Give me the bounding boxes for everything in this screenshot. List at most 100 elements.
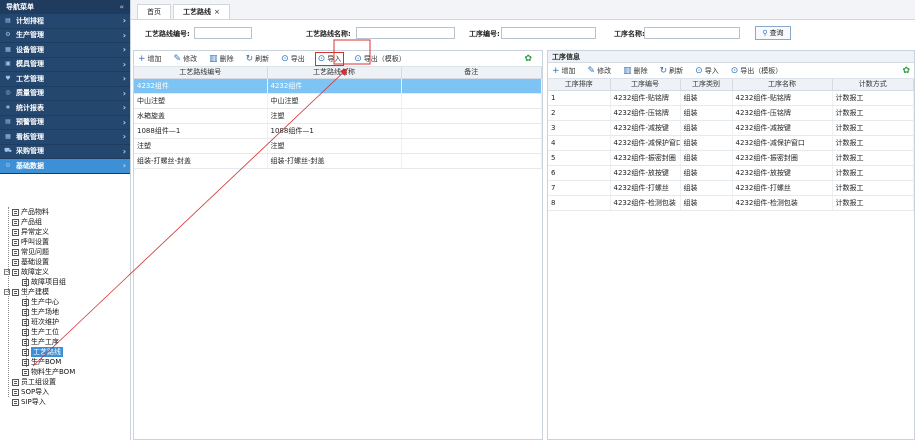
tree-node-n10[interactable]: 生产场地 [22,307,59,317]
table-row[interactable]: 8 4232组件-检测包装 组装 4232组件-检测包装 计数报工 [548,195,914,211]
sidebar-item-9[interactable]: ⛟ 采购管理 › [0,145,130,159]
table-cell: 中山注塑 [134,93,268,109]
tree-node-n7[interactable]: 故障项目组 [22,277,66,287]
export-template-button[interactable]: ⊙ 导出（模板） [352,52,408,66]
route-code-label: 工艺路线编号: [145,30,190,38]
route-code-input[interactable] [194,27,252,39]
proc-delete-button[interactable]: ▥ 删除 [621,64,650,78]
tree-node-n16[interactable]: 物料生产BOM [22,367,75,377]
collapse-icon[interactable]: « [119,3,124,11]
tree-node-n17[interactable]: 员工组设置 [12,377,56,387]
close-icon[interactable]: × [214,8,220,16]
column-header[interactable]: 备注 [401,67,542,79]
proc-export-template-button[interactable]: ⊙ 导出（模板） [729,64,785,78]
table-row[interactable]: 3 4232组件-减按键 组装 4232组件-减按键 计数报工 [548,120,914,136]
edit-label: 修改 [183,54,198,63]
plus-icon: + [138,53,146,64]
chevron-right-icon: › [122,117,126,127]
query-button[interactable]: ⚲ 查询 [755,26,791,40]
alert-icon: ▤ [5,118,11,126]
table-cell [401,153,542,169]
column-header[interactable]: 工艺路线编号 [134,67,268,79]
tree-node-n6[interactable]: − 故障定义 [4,267,49,277]
proc-edit-label: 修改 [597,66,612,75]
sidebar-item-10[interactable]: ⚙ 基础数据 › [0,159,130,174]
table-row[interactable]: 注塑 注塑 [134,138,542,154]
proc-edit-button[interactable]: ✎ 修改 [586,64,614,78]
import-button[interactable]: ⊙ 导入 [314,51,345,66]
export-button[interactable]: ⊙ 导出 [279,52,307,66]
proc-import-button[interactable]: ⊙ 导入 [693,64,721,78]
tree-node-n19[interactable]: SIP导入 [12,397,46,407]
plus-icon: + [552,65,560,76]
gear-icon[interactable]: ✿ [902,66,910,76]
sidebar-item-4[interactable]: ♥ 工艺管理 › [0,72,130,87]
tree-node-n9[interactable]: 生产中心 [22,297,59,307]
tree-node-n15[interactable]: 生产BOM [22,357,61,367]
tree-node-n11[interactable]: 班次维护 [22,317,59,327]
column-header[interactable]: 工序排序 [548,79,611,91]
table-row[interactable]: 组装-打螺丝-封盖 组装-打螺丝-封盖 [134,153,542,169]
calendar-icon: ▤ [5,16,11,24]
sidebar-item-8[interactable]: ▦ 看板管理 › [0,130,130,145]
table-row[interactable]: 1 4232组件-贴铭牌 组装 4232组件-贴铭牌 计数报工 [548,90,914,106]
sidebar-item-0[interactable]: ▤ 计划排程 › [0,14,130,29]
query-label: 查询 [769,29,784,37]
tree-node-n2[interactable]: 异常定义 [12,227,49,237]
proc-add-button[interactable]: + 增加 [550,64,578,78]
edit-button[interactable]: ✎ 修改 [172,52,200,66]
table-row[interactable]: 4232组件 4232组件 [134,78,542,94]
gear-icon[interactable]: ✿ [524,54,532,64]
delete-button[interactable]: ▥ 删除 [207,52,236,66]
column-header[interactable]: 工序编号 [610,79,681,91]
table-row[interactable]: 中山注塑 中山注塑 [134,93,542,109]
tree-node-n14[interactable]: 工艺路线 [22,347,63,357]
table-row[interactable]: 2 4232组件-压铭牌 组装 4232组件-压铭牌 计数报工 [548,105,914,121]
table-row[interactable]: 5 4232组件-振密封圈 组装 4232组件-振密封圈 计数报工 [548,150,914,166]
column-header[interactable]: 工序类别 [680,79,733,91]
proc-name-input[interactable] [644,27,740,39]
tree-node-n12[interactable]: 生产工位 [22,327,59,337]
collapse-toggle-icon[interactable]: − [4,289,10,295]
tree-node-n13[interactable]: 生产工序 [22,337,59,347]
add-button[interactable]: + 增加 [136,52,164,66]
tree-node-n4[interactable]: 常见问题 [12,247,49,257]
data-icon: ⚙ [5,161,11,169]
table-row[interactable]: 7 4232组件-打螺丝 组装 4232组件-打螺丝 计数报工 [548,180,914,196]
table-row[interactable]: 1088组件—1 1088组件—1 [134,123,542,139]
table-cell: 组装 [680,165,733,181]
column-header[interactable]: 工艺路线名称 [267,67,402,79]
sidebar-item-7[interactable]: ▤ 预警管理 › [0,116,130,130]
column-header[interactable]: 计数方式 [832,79,914,91]
trash-icon: ▥ [209,53,218,64]
table-cell [401,108,542,124]
sidebar-item-6[interactable]: ⌗ 统计报表 › [0,101,130,116]
table-cell: 计数报工 [832,165,914,181]
pencil-icon: ✎ [173,53,182,64]
sidebar-item-label: 工艺管理 [16,74,44,83]
sidebar-item-2[interactable]: ▦ 设备管理 › [0,43,130,58]
collapse-toggle-icon[interactable]: − [4,269,10,275]
table-cell: 4232组件-减保护窗口 [610,135,681,151]
table-row[interactable]: 水箱旋盖 注塑 [134,108,542,124]
route-name-input[interactable] [356,27,455,39]
export-template-icon: ⊙ [354,53,362,64]
tree-node-n3[interactable]: 呼叫设置 [12,237,49,247]
proc-refresh-button[interactable]: ↻ 刷新 [658,64,686,78]
tab-home[interactable]: 首页 [137,4,171,19]
sidebar-item-1[interactable]: ⚙ 生产管理 › [0,29,130,43]
tree-node-n18[interactable]: SOP导入 [12,387,49,397]
import-icon: ⊙ [695,65,703,76]
sidebar-item-3[interactable]: ▣ 模具管理 › [0,58,130,72]
proc-code-input[interactable] [501,27,596,39]
tree-node-n5[interactable]: 基础设置 [12,257,49,267]
tree-node-n0[interactable]: 产品物料 [12,207,49,217]
table-row[interactable]: 4 4232组件-减保护窗口 组装 4232组件-减保护窗口 计数报工 [548,135,914,151]
column-header[interactable]: 工序名称 [732,79,833,91]
table-row[interactable]: 6 4232组件-放按键 组装 4232组件-放按键 计数报工 [548,165,914,181]
tree-node-n1[interactable]: 产品组 [12,217,42,227]
tab-route[interactable]: 工艺路线 × [173,4,230,19]
sidebar-item-5[interactable]: ◎ 质量管理 › [0,87,130,101]
document-icon [12,248,19,256]
refresh-button[interactable]: ↻ 刷新 [244,52,272,66]
